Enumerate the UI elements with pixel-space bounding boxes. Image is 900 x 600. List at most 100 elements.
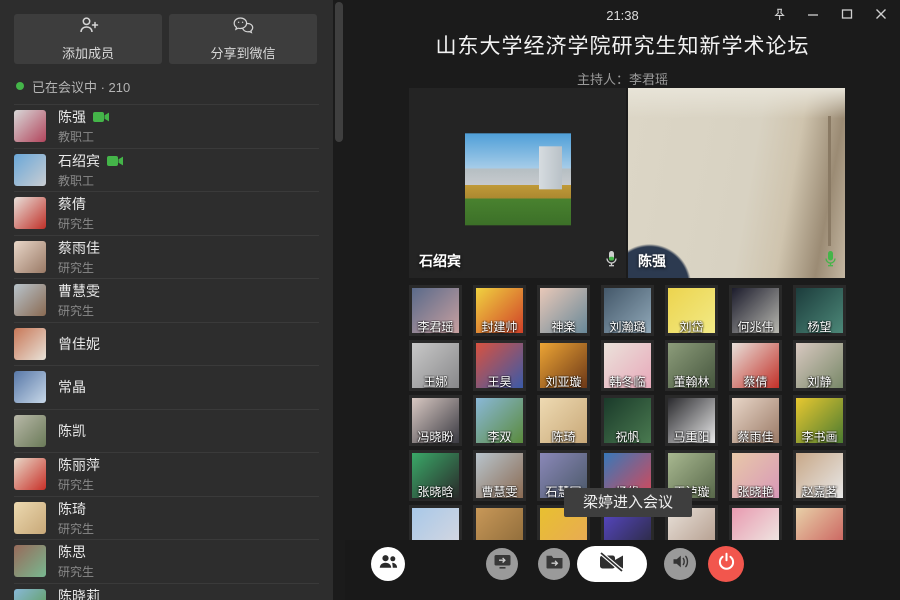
share-wechat-button[interactable]: 分享到微信 bbox=[169, 14, 317, 64]
participant-name: 刘亚璇 bbox=[538, 375, 589, 390]
member-name: 陈凯 bbox=[58, 421, 86, 441]
grid-participant-tile[interactable]: 杨望 bbox=[793, 285, 846, 336]
member-role: 研究生 bbox=[58, 476, 100, 493]
meeting-status-text: 已在会议中 · 210 bbox=[32, 77, 130, 96]
featured-video-tile[interactable]: 陈强 bbox=[628, 88, 845, 278]
member-role: 研究生 bbox=[58, 520, 94, 537]
member-name: 曾佳妮 bbox=[58, 334, 100, 354]
grid-participant-tile[interactable]: 李双 bbox=[473, 395, 526, 446]
featured-participant-name: 陈强 bbox=[638, 251, 666, 271]
featured-participant-name: 石绍宾 bbox=[419, 251, 461, 271]
participant-name: 蔡雨佳 bbox=[730, 430, 781, 445]
member-avatar bbox=[14, 545, 46, 577]
grid-participant-tile[interactable]: 李书画 bbox=[793, 395, 846, 446]
participant-name: 董翰林 bbox=[666, 375, 717, 390]
grid-participant-tile[interactable]: 赵嘉茗 bbox=[793, 450, 846, 501]
member-avatar bbox=[14, 110, 46, 142]
grid-participant-tile[interactable]: 刘岱 bbox=[665, 285, 718, 336]
member-avatar bbox=[14, 241, 46, 273]
member-row[interactable]: 陈强教职工 bbox=[14, 104, 319, 148]
minimize-icon[interactable] bbox=[800, 4, 826, 24]
member-row[interactable]: 陈凯 bbox=[14, 409, 319, 453]
grid-participant-tile[interactable]: 张晓艳 bbox=[729, 450, 782, 501]
leave-meeting-button[interactable] bbox=[708, 546, 744, 582]
member-role: 研究生 bbox=[58, 302, 100, 319]
camera-on-icon bbox=[107, 155, 124, 167]
featured-video-tile[interactable]: 石绍宾 bbox=[409, 88, 626, 278]
member-row[interactable]: 陈丽萍研究生 bbox=[14, 452, 319, 496]
participant-name: 王昊 bbox=[474, 375, 525, 390]
meeting-window: 添加成员 分享到微信 已在会议中 · 210 陈强教职工石绍宾教职工蔡倩研究生蔡… bbox=[0, 0, 900, 600]
grid-participant-tile[interactable]: 陈琦 bbox=[537, 395, 590, 446]
participant-name: 蔡倩 bbox=[730, 375, 781, 390]
microphone-icon bbox=[824, 250, 837, 273]
participant-name: 李君瑶 bbox=[410, 320, 461, 335]
camera-toggle-button[interactable] bbox=[577, 546, 647, 582]
member-role: 教职工 bbox=[58, 128, 110, 145]
participant-avatar bbox=[412, 508, 459, 540]
participant-name: 刘瀚璐 bbox=[602, 320, 653, 335]
scrollbar-thumb[interactable] bbox=[335, 2, 343, 142]
maximize-icon[interactable] bbox=[834, 4, 860, 24]
member-row[interactable]: 蔡倩研究生 bbox=[14, 191, 319, 235]
grid-participant-tile[interactable]: 何兆伟 bbox=[729, 285, 782, 336]
member-row[interactable]: 曾佳妮 bbox=[14, 322, 319, 366]
camera-on-icon bbox=[93, 111, 110, 123]
grid-participant-tile[interactable]: 王昊 bbox=[473, 340, 526, 391]
grid-participant-tile[interactable]: 冯晓盼 bbox=[409, 395, 462, 446]
grid-participant-tile[interactable] bbox=[409, 505, 462, 540]
grid-participant-tile[interactable]: 刘亚璇 bbox=[537, 340, 590, 391]
member-row[interactable]: 常晶 bbox=[14, 365, 319, 409]
member-list: 陈强教职工石绍宾教职工蔡倩研究生蔡雨佳研究生曹慧雯研究生曾佳妮常晶陈凯陈丽萍研究… bbox=[0, 104, 333, 600]
screen-share-button[interactable] bbox=[486, 548, 518, 580]
microphone-icon bbox=[605, 250, 618, 273]
file-share-button[interactable] bbox=[538, 548, 570, 580]
grid-participant-tile[interactable] bbox=[793, 505, 846, 540]
grid-participant-tile[interactable]: 刘瀚璐 bbox=[601, 285, 654, 336]
grid-participant-tile[interactable]: 王娜 bbox=[409, 340, 462, 391]
camera-off-icon bbox=[596, 551, 628, 578]
member-avatar bbox=[14, 197, 46, 229]
file-share-icon bbox=[545, 554, 564, 575]
close-icon[interactable] bbox=[868, 4, 894, 24]
member-row[interactable]: 陈思研究生 bbox=[14, 539, 319, 583]
sidebar: 添加成员 分享到微信 已在会议中 · 210 陈强教职工石绍宾教职工蔡倩研究生蔡… bbox=[0, 0, 333, 600]
grid-participant-tile[interactable]: 曹慧雯 bbox=[473, 450, 526, 501]
member-row[interactable]: 石绍宾教职工 bbox=[14, 148, 319, 192]
grid-participant-tile[interactable]: 蔡倩 bbox=[729, 340, 782, 391]
participant-name: 张晓晗 bbox=[410, 485, 461, 500]
speaker-button[interactable] bbox=[664, 548, 696, 580]
grid-participant-tile[interactable] bbox=[473, 505, 526, 540]
grid-participant-tile[interactable]: 刘静 bbox=[793, 340, 846, 391]
grid-participant-tile[interactable]: 祝帆 bbox=[601, 395, 654, 446]
online-status-dot bbox=[16, 82, 24, 90]
grid-participant-tile[interactable]: 马重阳 bbox=[665, 395, 718, 446]
participant-name: 曹慧雯 bbox=[474, 485, 525, 500]
grid-participant-tile[interactable]: 韩冬临 bbox=[601, 340, 654, 391]
add-member-button[interactable]: 添加成员 bbox=[14, 14, 162, 64]
sidebar-actions: 添加成员 分享到微信 bbox=[0, 0, 333, 64]
member-row[interactable]: 陈晓莉研究生 bbox=[14, 583, 319, 600]
member-avatar bbox=[14, 502, 46, 534]
member-row[interactable]: 曹慧雯研究生 bbox=[14, 278, 319, 322]
members-icon bbox=[378, 553, 399, 575]
members-button[interactable] bbox=[371, 547, 405, 581]
member-name: 陈强 bbox=[58, 107, 86, 127]
participant-name: 封建帅 bbox=[474, 320, 525, 335]
grid-participant-tile[interactable]: 董翰林 bbox=[665, 340, 718, 391]
member-avatar bbox=[14, 415, 46, 447]
grid-participant-tile[interactable]: 神楽 bbox=[537, 285, 590, 336]
participant-name: 祝帆 bbox=[602, 430, 653, 445]
grid-participant-tile[interactable] bbox=[729, 505, 782, 540]
member-row[interactable]: 蔡雨佳研究生 bbox=[14, 235, 319, 279]
window-controls bbox=[766, 4, 894, 24]
pin-icon[interactable] bbox=[766, 4, 792, 24]
participant-name: 杨望 bbox=[794, 320, 845, 335]
grid-participant-tile[interactable]: 蔡雨佳 bbox=[729, 395, 782, 446]
grid-participant-tile[interactable]: 封建帅 bbox=[473, 285, 526, 336]
member-row[interactable]: 陈琦研究生 bbox=[14, 496, 319, 540]
grid-participant-tile[interactable]: 李君瑶 bbox=[409, 285, 462, 336]
grid-participant-tile[interactable]: 张晓晗 bbox=[409, 450, 462, 501]
participant-name: 赵嘉茗 bbox=[794, 485, 845, 500]
member-avatar bbox=[14, 589, 46, 600]
